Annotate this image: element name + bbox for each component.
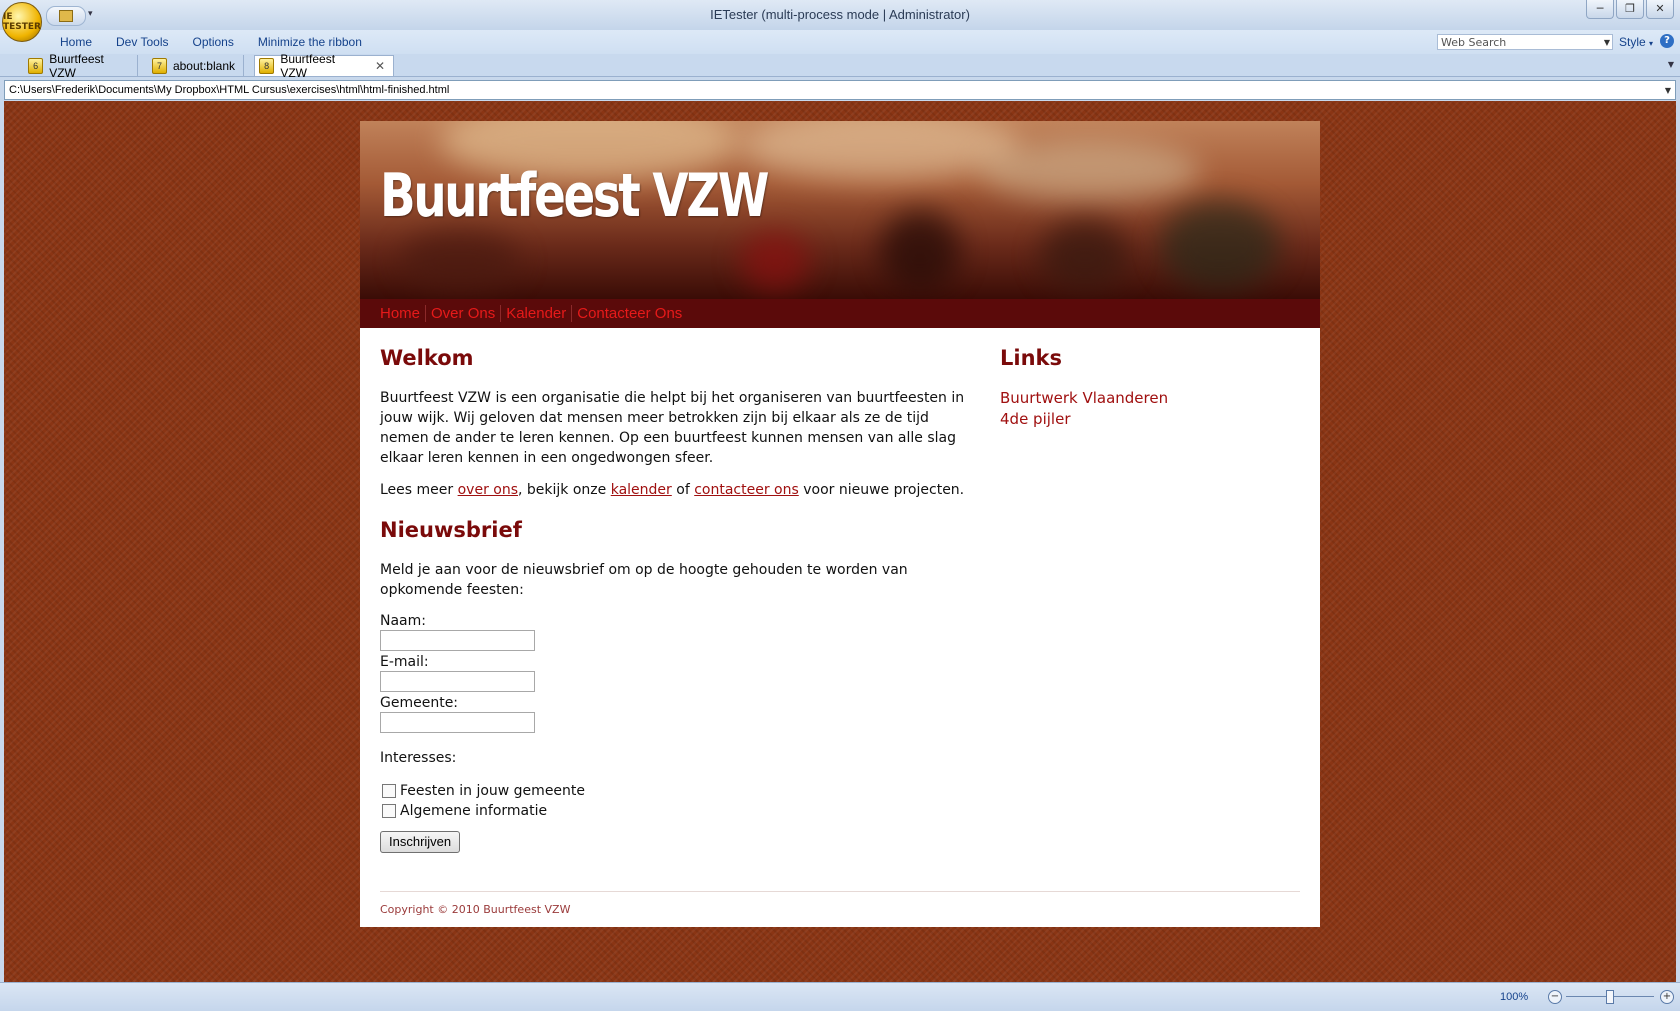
name-field[interactable] (380, 630, 535, 651)
chevron-down-icon: ▾ (1649, 39, 1654, 48)
banner-image: Buurtfeest VZW (360, 121, 1320, 299)
browser-viewport: Buurtfeest VZW Home Over Ons Kalender Co… (4, 101, 1676, 982)
checkbox-row: Feesten in jouw gemeente (380, 781, 978, 801)
nav-home[interactable]: Home (380, 305, 425, 322)
zoom-out-icon[interactable]: − (1548, 990, 1562, 1004)
site-nav: Home Over Ons Kalender Contacteer Ons (360, 299, 1320, 328)
tab-label: about:blank (172, 58, 235, 73)
city-label: Gemeente: (380, 695, 459, 711)
interests-label: Interesses: (380, 750, 457, 766)
email-field[interactable] (380, 671, 535, 692)
window-controls: ─ ❐ ✕ (1586, 0, 1674, 19)
tab-about-blank[interactable]: 7 about:blank (148, 55, 244, 76)
sidebar: Links Buurtwerk Vlaanderen 4de pijler (1000, 328, 1300, 430)
interests-options: Feesten in jouw gemeente Algemene inform… (380, 781, 978, 821)
tab-bar: 6 Buurtfeest VZW 7 about:blank 8 Buurtfe… (0, 52, 1680, 80)
read-more-suffix: voor nieuwe projecten. (798, 482, 965, 498)
zoom-slider-thumb[interactable] (1606, 990, 1614, 1004)
links-list: Buurtwerk Vlaanderen 4de pijler (1000, 388, 1300, 430)
welcome-intro: Buurtfeest VZW is een organisatie die he… (380, 390, 965, 466)
ie6-icon: 6 (28, 57, 44, 74)
search-dropdown-icon[interactable]: ▼ (1604, 35, 1610, 51)
read-more-text: of (671, 482, 695, 498)
zoom-in-icon[interactable]: + (1660, 990, 1674, 1004)
checkbox-label: Algemene informatie (400, 803, 548, 819)
tab-label: Buurtfeest VZW (49, 51, 104, 80)
address-dropdown-icon[interactable]: ▼ (1665, 86, 1671, 95)
checkbox-row: Algemene informatie (380, 801, 978, 821)
help-icon[interactable]: ? (1660, 34, 1674, 48)
close-button[interactable]: ✕ (1646, 0, 1674, 19)
ribbon: Home Dev Tools Options Minimize the ribb… (0, 30, 1680, 54)
nav-contacteer-ons[interactable]: Contacteer Ons (571, 305, 687, 322)
feesten-checkbox[interactable] (382, 784, 396, 798)
link-contacteer-ons[interactable]: contacteer ons (694, 482, 799, 498)
link-buurtwerk-vlaanderen[interactable]: Buurtwerk Vlaanderen (1000, 388, 1300, 409)
welcome-heading: Welkom (380, 346, 474, 370)
maximize-button[interactable]: ❐ (1616, 0, 1644, 19)
newsletter-form: Naam: E-mail: Gemeente: Interesses: Fees… (380, 612, 978, 853)
link-over-ons[interactable]: over ons (458, 482, 518, 498)
email-label: E-mail: (380, 654, 429, 670)
app-logo-text: IE TESTER (3, 12, 41, 32)
quick-access-toolbar[interactable] (46, 6, 86, 26)
ie8-icon: 8 (259, 58, 275, 74)
tab-buurtfeest-6[interactable]: 6 Buurtfeest VZW (24, 52, 138, 80)
web-search-placeholder: Web Search (1441, 36, 1507, 49)
qat-dropdown-icon[interactable]: ▾ (88, 9, 93, 19)
tab-buurtfeest-8[interactable]: 8 Buurtfeest VZW ✕ (254, 52, 394, 80)
style-menu[interactable]: Style ▾ (1619, 34, 1653, 52)
newsletter-intro: Meld je aan voor de nieuwsbrief om op de… (380, 562, 908, 598)
ribbon-tab-dev-tools[interactable]: Dev Tools (104, 30, 180, 54)
open-folder-icon[interactable] (59, 10, 73, 22)
title-bar: IETester (multi-process mode | Administr… (0, 0, 1680, 30)
newsletter-heading: Nieuwsbrief (380, 518, 522, 542)
read-more-paragraph: Lees meer over ons, bekijk onze kalender… (380, 480, 978, 500)
ribbon-tab-options[interactable]: Options (181, 30, 246, 54)
web-search-input[interactable]: Web Search ▼ (1437, 34, 1613, 50)
style-label: Style (1619, 35, 1646, 49)
address-url: C:\Users\Frederik\Documents\My Dropbox\H… (9, 84, 450, 96)
zoom-level[interactable]: 100% (1500, 983, 1528, 1011)
subscribe-button[interactable]: Inschrijven (380, 831, 461, 853)
ie7-icon: 7 (152, 57, 167, 74)
minimize-ribbon-button[interactable]: Minimize the ribbon (246, 30, 374, 54)
copyright-text: Copyright © 2010 Buurtfeest VZW (380, 903, 571, 916)
minimize-button[interactable]: ─ (1586, 0, 1614, 19)
read-more-prefix: Lees meer (380, 482, 458, 498)
tab-label: Buurtfeest VZW (280, 52, 336, 80)
ribbon-menu: Home Dev Tools Options Minimize the ribb… (48, 30, 374, 54)
app-logo-button[interactable]: IE TESTER (2, 2, 42, 42)
tab-list-dropdown-icon[interactable]: ▼ (1668, 60, 1674, 69)
read-more-text: , bekijk onze (518, 482, 611, 498)
ribbon-tab-home[interactable]: Home (48, 30, 104, 54)
nav-over-ons[interactable]: Over Ons (425, 305, 500, 322)
algemene-info-checkbox[interactable] (382, 804, 396, 818)
nav-kalender[interactable]: Kalender (500, 305, 571, 322)
address-bar[interactable]: C:\Users\Frederik\Documents\My Dropbox\H… (4, 80, 1676, 100)
window-title: IETester (multi-process mode | Administr… (710, 7, 970, 22)
link-kalender[interactable]: kalender (611, 482, 672, 498)
links-heading: Links (1000, 346, 1062, 370)
link-4de-pijler[interactable]: 4de pijler (1000, 409, 1300, 430)
city-field[interactable] (380, 712, 535, 733)
status-bar: 100% − + (0, 982, 1680, 1011)
checkbox-label: Feesten in jouw gemeente (400, 783, 586, 799)
web-page: Buurtfeest VZW Home Over Ons Kalender Co… (360, 121, 1320, 927)
close-tab-icon[interactable]: ✕ (375, 59, 385, 73)
site-title: Buurtfeest VZW (380, 161, 769, 231)
footer-divider (380, 891, 1300, 892)
name-label: Naam: (380, 613, 426, 629)
main-content: Welkom Buurtfeest VZW is een organisatie… (380, 328, 978, 853)
